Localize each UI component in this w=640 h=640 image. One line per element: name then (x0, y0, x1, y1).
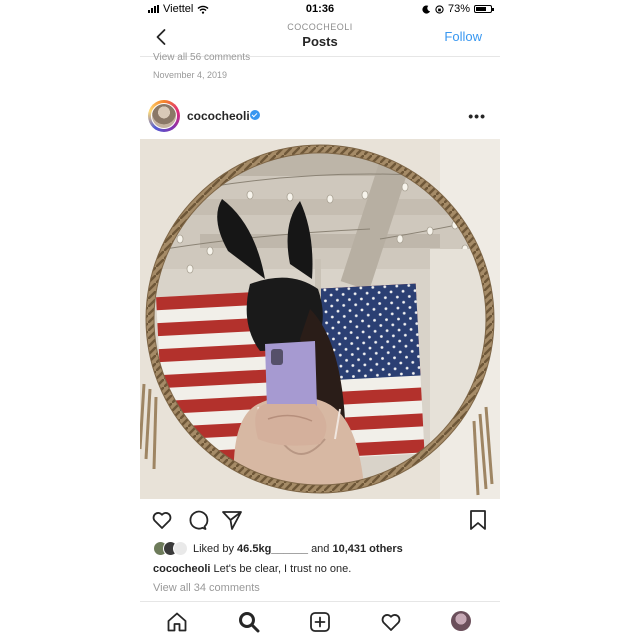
view-comments-link[interactable]: View all 34 comments (153, 582, 260, 594)
heart-icon[interactable] (150, 508, 174, 532)
activity-heart-icon[interactable] (379, 610, 403, 634)
post-username[interactable]: cococheoli (187, 109, 250, 123)
orientation-lock-icon (435, 4, 444, 14)
follow-button[interactable]: Follow (444, 29, 482, 44)
home-icon[interactable] (165, 610, 189, 634)
likes-others[interactable]: 10,431 others (332, 543, 402, 555)
likes-connector: and (311, 542, 330, 555)
likes-text: Liked by 46.5kg______ and 10,431 others (193, 543, 403, 555)
liker-username[interactable]: 46.5kg______ (237, 543, 308, 555)
likes-prefix: Liked by (193, 542, 234, 555)
status-right: 73% (422, 3, 494, 15)
more-options-icon[interactable]: ••• (468, 108, 486, 124)
add-post-icon[interactable] (308, 610, 332, 634)
status-bar: Viettel 01:36 73% (140, 0, 500, 18)
bookmark-icon[interactable] (466, 508, 490, 532)
profile-avatar-icon[interactable] (451, 611, 471, 631)
post-actions (140, 508, 500, 532)
battery-percent: 73% (447, 3, 470, 15)
moon-icon (422, 4, 431, 14)
verified-badge-icon (250, 110, 260, 120)
caption-username[interactable]: cococheoli (153, 563, 210, 575)
likes-row[interactable]: Liked by 46.5kg______ and 10,431 others (153, 541, 403, 556)
previous-post-date: November 4, 2019 (153, 70, 228, 80)
send-icon[interactable] (220, 508, 244, 532)
search-icon[interactable] (237, 610, 261, 634)
caption-text: Let's be clear, I trust no one. (213, 563, 352, 575)
previous-post-comments-link[interactable]: View all 56 comments (153, 52, 250, 63)
avatar[interactable] (151, 103, 177, 129)
post-photo[interactable] (140, 139, 500, 499)
tab-bar (140, 601, 500, 640)
comment-icon[interactable] (185, 508, 209, 532)
story-ring[interactable] (148, 100, 180, 132)
caption: cococheoli Let's be clear, I trust no one… (153, 563, 351, 575)
battery-icon (474, 5, 494, 13)
liker-avatar (173, 541, 188, 556)
instagram-screen: Viettel 01:36 73% COCOCHEOLI Posts Follo… (140, 0, 500, 640)
battery-fill (476, 7, 487, 11)
